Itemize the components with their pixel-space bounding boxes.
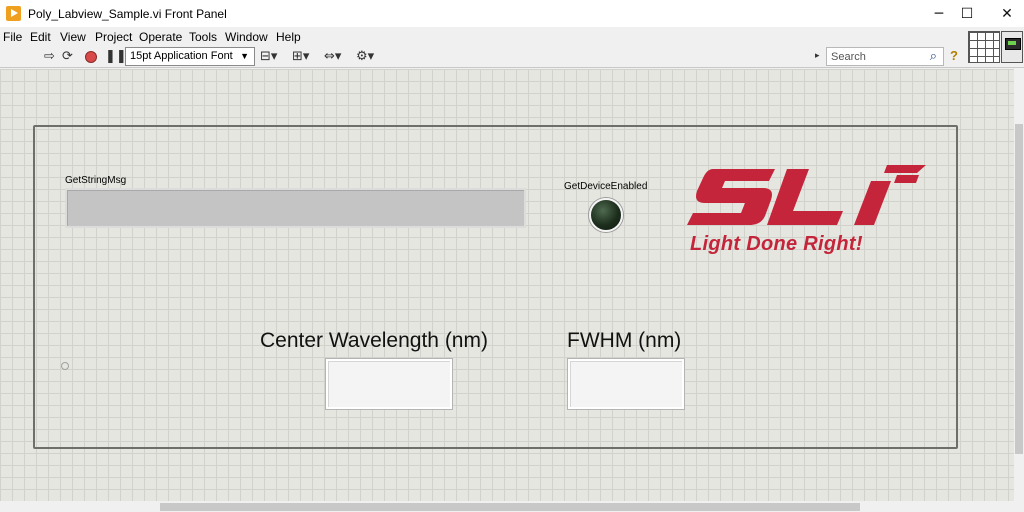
menu-bar: File Edit View Project Operate Tools Win…	[0, 27, 1024, 46]
search-placeholder: Search	[831, 51, 866, 63]
distribute-objects-icon[interactable]: ⊞▾	[292, 49, 309, 65]
connector-pane[interactable]	[968, 31, 1000, 63]
menu-view[interactable]: View	[60, 30, 86, 44]
menu-operate[interactable]: Operate	[139, 30, 182, 44]
chevron-down-icon: ▸	[815, 50, 820, 60]
resize-objects-icon[interactable]: ⇔▾	[324, 49, 341, 65]
vertical-scrollbar[interactable]	[1014, 69, 1024, 501]
vertical-scroll-thumb[interactable]	[1015, 124, 1023, 454]
abort-icon[interactable]	[85, 51, 97, 63]
device-enabled-led[interactable]	[589, 198, 623, 232]
reorder-icon[interactable]: ⚙▾	[356, 49, 374, 65]
search-input[interactable]: Search ⌕	[826, 47, 944, 66]
string-indicator[interactable]	[65, 188, 526, 228]
run-continuously-icon[interactable]: ⟳	[62, 49, 73, 65]
menu-window[interactable]: Window	[225, 30, 268, 44]
menu-help[interactable]: Help	[276, 30, 301, 44]
led-label: GetDeviceEnabled	[564, 181, 648, 192]
menu-project[interactable]: Project	[95, 30, 132, 44]
sli-logo	[687, 165, 926, 225]
horizontal-scrollbar[interactable]	[0, 501, 1024, 512]
font-select-value: 15pt Application Font	[130, 50, 233, 62]
menu-edit[interactable]: Edit	[30, 30, 51, 44]
anchor-point	[61, 362, 69, 370]
pause-icon[interactable]: ❚❚	[105, 49, 127, 65]
center-wavelength-label: Center Wavelength (nm)	[260, 329, 488, 352]
run-arrow-icon[interactable]: ⇨	[44, 49, 55, 65]
horizontal-scroll-thumb[interactable]	[160, 503, 860, 511]
search-icon[interactable]: ⌕	[930, 49, 937, 64]
string-indicator-label: GetStringMsg	[65, 175, 127, 186]
front-panel: GetStringMsg GetDeviceEnabled Light Done…	[0, 69, 1014, 501]
window-title: Poly_Labview_Sample.vi Front Panel	[28, 7, 227, 21]
fwhm-label: FWHM (nm)	[567, 329, 682, 352]
title-bar: Poly_Labview_Sample.vi Front Panel ─ ☐ ✕	[0, 0, 1024, 27]
labview-app-icon	[6, 6, 21, 21]
align-objects-icon[interactable]: ⊟▾	[260, 49, 277, 65]
fwhm-indicator[interactable]	[568, 359, 684, 409]
chevron-down-icon: ▼	[240, 51, 249, 61]
help-icon[interactable]: ?	[950, 48, 964, 64]
vi-icon[interactable]	[1001, 31, 1023, 63]
center-wavelength-indicator[interactable]	[326, 359, 452, 409]
menu-file[interactable]: File	[3, 30, 22, 44]
logo-tagline: Light Done Right!	[690, 233, 863, 255]
menu-tools[interactable]: Tools	[189, 30, 217, 44]
font-select[interactable]: 15pt Application Font ▼	[125, 47, 255, 66]
close-button[interactable]: ✕	[984, 0, 1024, 27]
toolbar: ⇨ ⟳ ❚❚ 15pt Application Font ▼ ⊟▾ ⊞▾ ⇔▾ …	[0, 46, 1024, 68]
